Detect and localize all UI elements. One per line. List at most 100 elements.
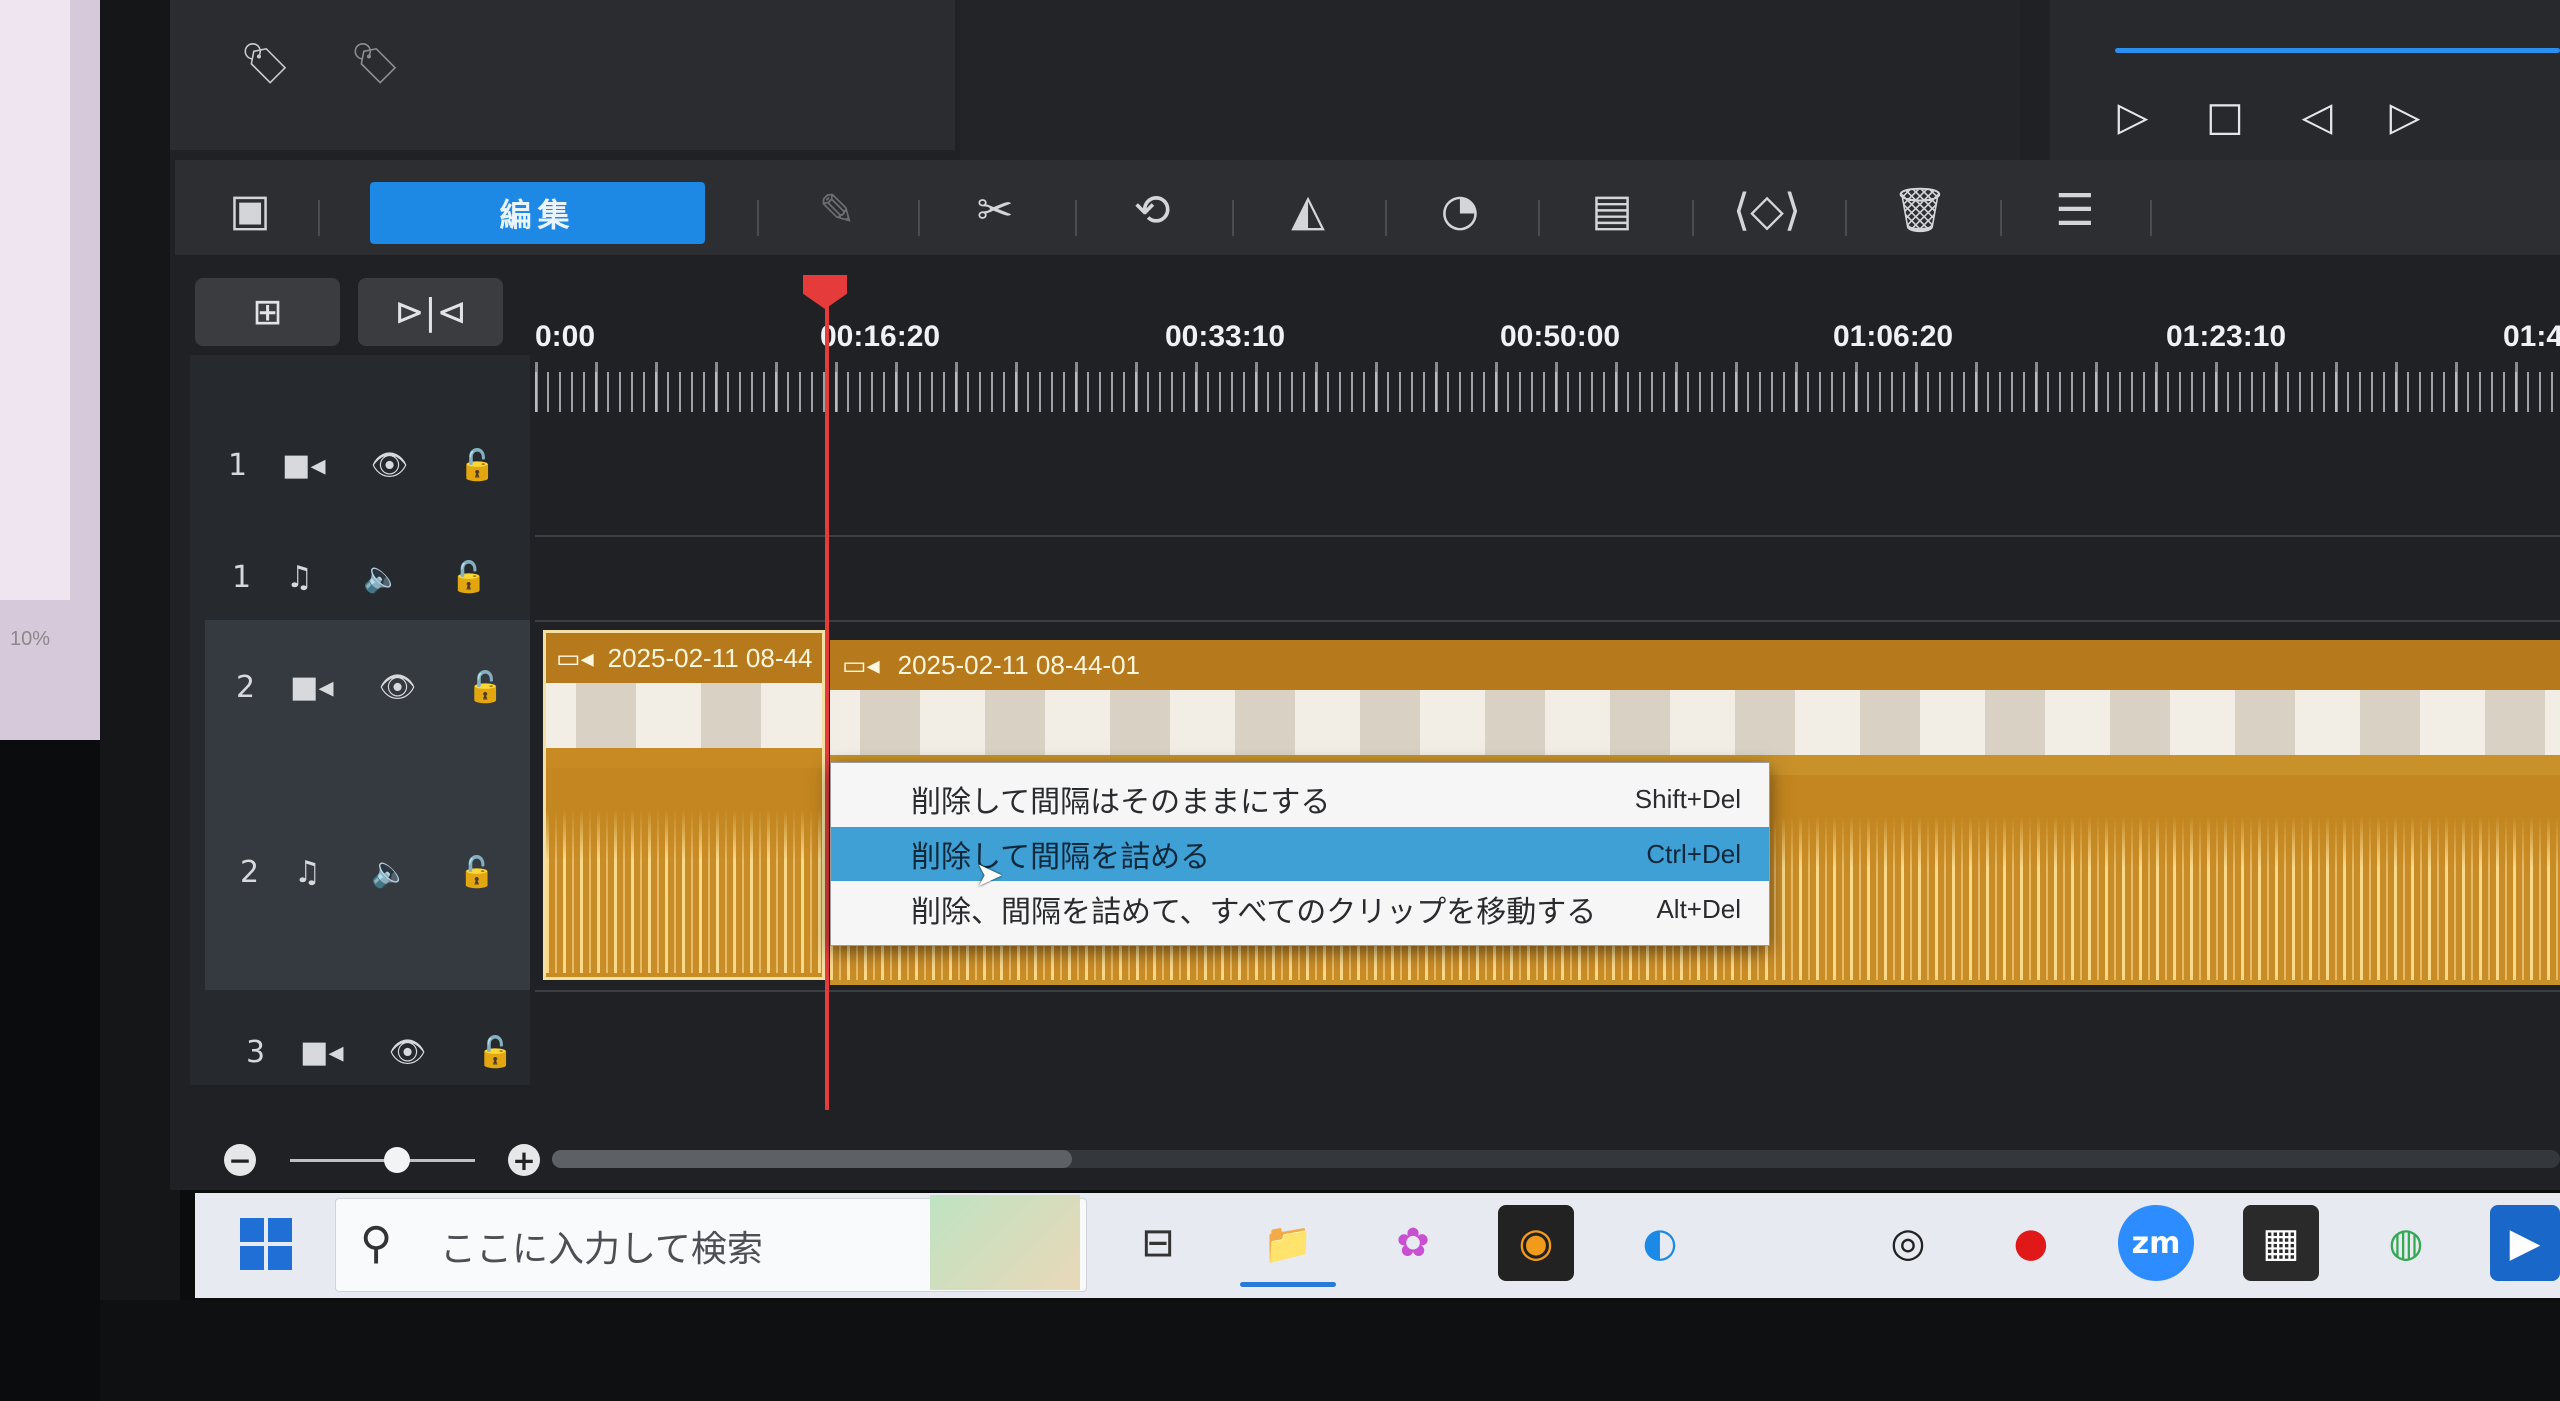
lock-icon[interactable]: 🔓 [477,1035,514,1070]
zoom-slider-knob[interactable] [384,1147,410,1173]
ruler-label: 01:4 [2503,320,2560,353]
lock-icon[interactable]: 🔓 [450,560,487,595]
zoom-app-icon[interactable]: zm [2118,1205,2194,1281]
add-track-button[interactable]: ⊞ [195,278,340,346]
clip-1-selected[interactable]: ▭◂ 2025-02-11 08-44 [543,630,825,980]
track-header-audio-1[interactable]: 1 ♫ 🔈 🔓 [232,527,488,627]
tab-edit[interactable]: 編集 [370,182,705,244]
clip-thumbnails [830,690,2560,755]
task-view-icon[interactable]: ⊟ [1120,1205,1196,1281]
zoom-slider-track[interactable] [290,1159,475,1162]
ruler-label: 0:00 [535,320,596,353]
preview-panel [2050,0,2560,180]
edge-browser-icon[interactable]: ◐ [1622,1205,1698,1281]
clip-title-bar: ▭◂ 2025-02-11 08-44 [546,633,822,683]
track-number: 2 [240,854,260,890]
search-icon: ⚲ [360,1218,393,1269]
timeline-ruler[interactable] [535,372,2560,412]
speaker-icon[interactable]: 🔈 [363,560,400,595]
clip-thumbnails [546,683,822,748]
track-number: 1 [228,447,248,483]
lock-icon[interactable]: 🔓 [458,855,495,890]
clip-camera-icon: ▭◂ [556,642,594,673]
active-app-indicator [1240,1282,1336,1287]
scissors-icon[interactable]: ✂ [955,175,1035,245]
windows-start-icon[interactable] [240,1218,294,1272]
menu-item-label: 削除して間隔を詰める [911,840,1211,875]
playhead-line[interactable] [825,300,829,1110]
toolbar-divider [1232,200,1234,236]
next-frame-icon[interactable]: ▷ [2380,92,2430,142]
eye-icon[interactable]: 👁 [389,1035,427,1070]
storyboard-icon[interactable]: ▣ [210,175,290,245]
track-header-video-1[interactable]: 1 ■◂ 👁 🔓 [228,415,496,515]
menu-item-shortcut: Shift+Del [1634,783,1741,814]
track-header-video-3[interactable]: 3 ■◂ 👁 🔓 [246,1002,514,1102]
lock-icon[interactable]: 🔓 [467,670,504,705]
preview-progress-bar[interactable] [2115,48,2560,53]
background-window-zoom: 10% [10,628,51,650]
taskbar-search-placeholder: ここに入力して検索 [440,1229,763,1270]
zoom-in-button[interactable]: + [508,1144,540,1177]
clip-title: 2025-02-11 08-44 [607,642,813,673]
stop-icon[interactable]: □ [2200,92,2250,142]
media-app-icon[interactable]: ▦ [2243,1205,2319,1281]
search-highlight-illustration [930,1195,1080,1290]
menu-item-delete-keep-gap[interactable]: 削除して間隔はそのままにする Shift+Del [831,772,1769,826]
menu-icon[interactable]: ☰ [2035,175,2115,245]
speed-icon[interactable]: ◔ [1420,175,1500,245]
eye-icon[interactable]: 👁 [379,670,417,705]
mirror-icon[interactable]: ◭ [1268,175,1348,245]
capture-app-icon[interactable]: ▶ [2490,1205,2560,1281]
track-header-audio-2[interactable]: 2 ♫ 🔈 🔓 [240,822,496,922]
toolbar-divider [2150,200,2152,236]
rotate-icon[interactable]: ⟲ [1112,175,1192,245]
keyframe-icon[interactable]: ⟨◇⟩ [1727,175,1807,245]
speaker-icon[interactable]: 🔈 [371,855,408,890]
ruler-label: 00:16:20 [820,320,941,353]
camera-icon: ■◂ [290,669,334,705]
track-number: 1 [232,559,252,595]
record-icon[interactable]: ● [1993,1205,2069,1281]
play-icon[interactable]: ▷ [2108,92,2158,142]
video-editor-app-icon[interactable]: ◉ [1498,1205,1574,1281]
timeline-scrollbar-thumb[interactable] [552,1150,1072,1168]
tag-minus-icon[interactable]: 🏷 [350,40,401,87]
lane-divider [535,990,2560,992]
monitor-bezel [100,0,180,1401]
copilot-icon[interactable]: ✿ [1375,1205,1451,1281]
menu-item-label: 削除、間隔を詰めて、すべてのクリップを移動する [911,895,1597,930]
music-note-icon: ♫ [286,559,313,595]
obs-icon[interactable]: ◎ [1870,1205,1946,1281]
toolbar-divider [1538,200,1540,236]
toolbar-divider [1845,200,1847,236]
eye-icon[interactable]: 👁 [371,448,409,483]
pen-icon[interactable]: ✎ [797,175,877,245]
trash-icon[interactable]: 🗑 [1880,175,1960,245]
menu-item-shortcut: Ctrl+Del [1646,838,1741,869]
ruler-label: 00:50:00 [1500,320,1621,353]
track-header-video-2[interactable]: 2 ■◂ 👁 🔓 [236,637,504,737]
context-menu: 削除して間隔はそのままにする Shift+Del 削除して間隔を詰める Ctrl… [830,762,1770,946]
background-window: 10% [0,0,100,740]
clip-title-bar: ▭◂ 2025-02-11 08-44-01 [830,640,2560,690]
menu-item-delete-close-gap[interactable]: 削除して間隔を詰める Ctrl+Del [831,827,1769,881]
mouse-cursor: ➤ [975,855,1004,895]
toolbar-divider [2000,200,2002,236]
voiceover-icon[interactable]: ▤ [1572,175,1652,245]
clip-waveform [546,768,822,973]
track-number: 3 [246,1034,266,1070]
tag-plus-icon[interactable]: 🏷 [240,40,291,87]
clip-title: 2025-02-11 08-44-01 [897,649,1140,680]
properties-panel [960,0,2020,165]
lane-divider [535,535,2560,537]
snap-button[interactable]: ⊳|⊲ [358,278,503,346]
menu-item-delete-close-gap-move-all[interactable]: 削除、間隔を詰めて、すべてのクリップを移動する Alt+Del [831,882,1769,936]
zoom-out-button[interactable]: − [224,1144,256,1177]
chrome-icon[interactable]: ◍ [2368,1205,2444,1281]
lock-icon[interactable]: 🔓 [459,448,496,483]
prev-frame-icon[interactable]: ◁ [2292,92,2342,142]
monitor-bottom-bezel [100,1300,2560,1401]
file-explorer-icon[interactable]: 📁 [1250,1205,1326,1281]
ruler-label: 01:06:20 [1833,320,1954,353]
